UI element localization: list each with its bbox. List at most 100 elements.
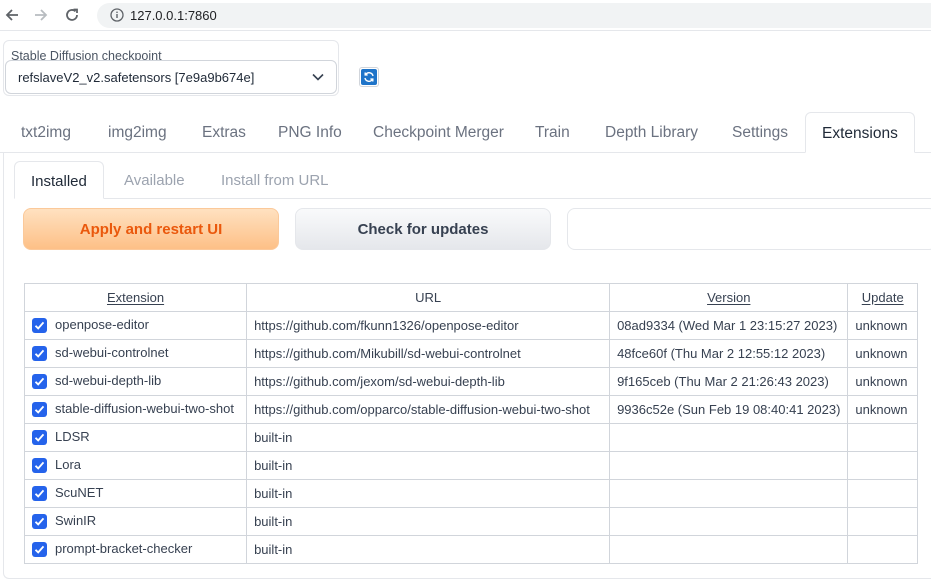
extension-url: https://github.com/fkunn1326/openpose-ed… [246,311,611,340]
address-url: 127.0.0.1:7860 [130,8,217,23]
table-row: sd-webui-depth-lib https://github.com/jex… [23,367,918,396]
extension-name-cell: ScuNET [23,479,248,508]
table-row: sd-webui-controlnet https://github.com/Mi… [23,339,918,368]
header-update[interactable]: Update [847,283,918,312]
tab-available[interactable]: Available [124,172,185,189]
checkmark-icon [34,321,45,330]
checkpoint-dropdown[interactable]: refslaveV2_v2.safetensors [7e9a9b674e] [5,60,337,94]
table-row: ScuNET built-in [23,479,918,508]
tab-settings[interactable]: Settings [732,124,788,142]
enabled-checkbox[interactable] [32,401,47,417]
extension-name-cell: stable-diffusion-webui-two-shot [23,395,248,424]
refresh-icon [361,69,377,85]
enabled-checkbox[interactable] [32,485,47,501]
extension-update-status: unknown [847,395,918,424]
back-button[interactable] [2,5,22,25]
extension-update-status: unknown [847,311,918,340]
extension-name-cell: prompt-bracket-checker [23,535,248,564]
table-row: openpose-editor https://github.com/fkunn1… [23,311,918,340]
reload-button[interactable] [62,5,82,25]
extension-update-status: unknown [847,367,918,396]
extension-name: stable-diffusion-webui-two-shot [55,401,234,417]
header-extension[interactable]: Extension [23,283,248,312]
extension-name-cell: openpose-editor [23,311,248,340]
table-header-row: Extension URL Version Update [23,283,918,312]
extension-name: openpose-editor [55,317,149,333]
extension-name-cell: Lora [23,451,248,480]
extension-url: https://github.com/jexom/sd-webui-depth-… [246,367,611,396]
tab-train[interactable]: Train [535,124,570,142]
enabled-checkbox[interactable] [32,457,47,473]
checkmark-icon [34,405,45,414]
extension-name: ScuNET [55,485,104,501]
tab-extras[interactable]: Extras [202,124,246,142]
table-row: LDSR built-in [23,423,918,452]
extension-version [609,535,849,564]
extension-version: 08ad9334 (Wed Mar 1 23:15:27 2023) [609,311,849,340]
table-row: prompt-bracket-checker built-in [23,535,918,564]
extension-name-cell: sd-webui-depth-lib [23,367,248,396]
extension-name: SwinIR [55,513,97,529]
sub-tab-divider [14,198,931,199]
extension-url: built-in [246,507,611,536]
tab-install-from-url[interactable]: Install from URL [221,172,329,189]
enabled-checkbox[interactable] [32,513,47,529]
checkmark-icon [34,433,45,442]
table-row: SwinIR built-in [23,507,918,536]
tab-img2img[interactable]: img2img [108,124,167,142]
sub-tab-bar: Installed Available Install from URL [14,161,931,199]
apply-restart-button[interactable]: Apply and restart UI [23,208,279,250]
checkpoint-block: Stable Diffusion checkpoint refslaveV2_v… [3,40,339,96]
extension-name-cell: LDSR [23,423,248,452]
tab-checkpoint-merger[interactable]: Checkpoint Merger [373,124,504,142]
extension-name: sd-webui-depth-lib [55,373,162,389]
tab-txt2img[interactable]: txt2img [21,124,71,142]
reload-icon [66,8,78,21]
extension-version [609,507,849,536]
checkpoint-value: refslaveV2_v2.safetensors [7e9a9b674e] [18,70,255,85]
header-version[interactable]: Version [609,283,849,312]
tab-installed[interactable]: Installed [14,161,104,199]
tab-png-info[interactable]: PNG Info [278,124,342,142]
extensions-table-body: openpose-editor https://github.com/fkunn1… [23,311,918,564]
extension-update-status [847,535,918,564]
enabled-checkbox[interactable] [32,429,47,445]
extension-version [609,479,849,508]
extension-name-cell: SwinIR [23,507,248,536]
status-output [567,208,931,250]
tab-extensions[interactable]: Extensions [805,112,915,153]
extension-version [609,451,849,480]
enabled-checkbox[interactable] [32,317,47,333]
checkmark-icon [34,545,45,554]
extension-version: 48fce60f (Thu Mar 2 12:55:12 2023) [609,339,849,368]
info-icon[interactable] [110,8,124,22]
checkmark-icon [34,489,45,498]
refresh-checkpoint-button[interactable] [359,67,379,87]
extension-update-status [847,507,918,536]
forward-button[interactable] [31,5,51,25]
extension-update-status [847,423,918,452]
extensions-table: Extension URL Version Update openpose-ed… [23,283,918,564]
extension-update-status: unknown [847,339,918,368]
checkmark-icon [34,349,45,358]
extension-update-status [847,451,918,480]
extension-url: built-in [246,535,611,564]
browser-toolbar: 127.0.0.1:7860 [0,0,931,31]
extension-version [609,423,849,452]
enabled-checkbox[interactable] [32,541,47,557]
table-row: stable-diffusion-webui-two-shot https://g… [23,395,918,424]
arrow-right-icon [35,9,48,21]
extension-update-status [847,479,918,508]
checkmark-icon [34,517,45,526]
extension-name: Lora [55,457,82,473]
check-updates-button[interactable]: Check for updates [295,208,551,250]
extension-url: https://github.com/Mikubill/sd-webui-con… [246,339,611,368]
enabled-checkbox[interactable] [32,373,47,389]
extension-url: built-in [246,451,611,480]
enabled-checkbox[interactable] [32,345,47,361]
extension-name-cell: sd-webui-controlnet [23,339,248,368]
tab-depth-library[interactable]: Depth Library [605,124,698,142]
extension-url: built-in [246,423,611,452]
address-bar[interactable]: 127.0.0.1:7860 [97,3,931,28]
extension-name: LDSR [55,429,90,445]
